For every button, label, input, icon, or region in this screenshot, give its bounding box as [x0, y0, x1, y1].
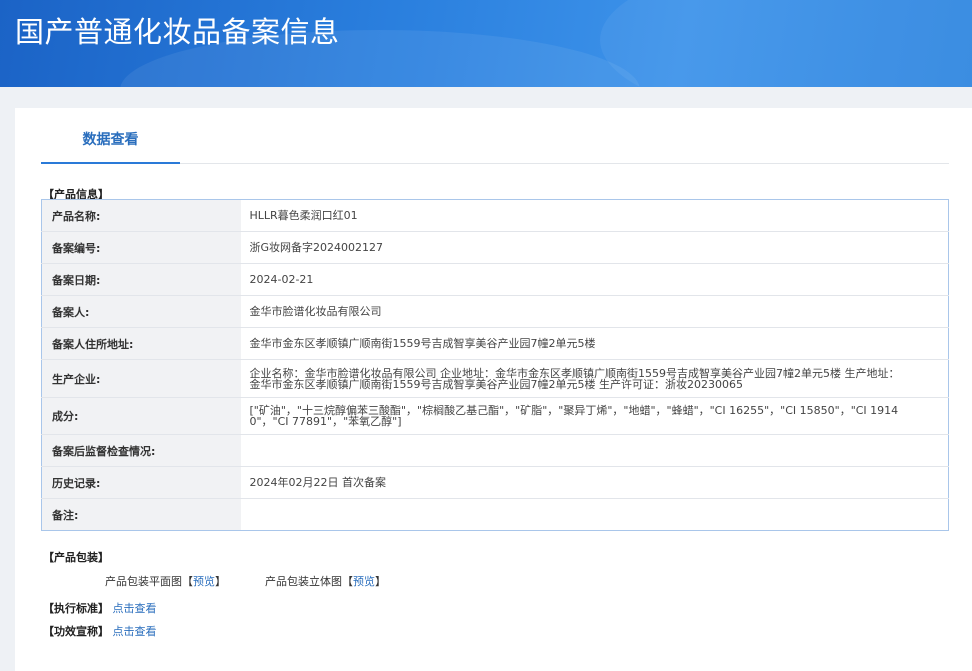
page-title: 国产普通化妆品备案信息 — [15, 15, 340, 49]
tab-bar: 数据查看 — [41, 108, 949, 164]
info-row: 生产企业: 企业名称：金华市脸谱化妆品有限公司 企业地址：金华市金东区孝顺镇广顺南… — [41, 359, 949, 398]
standard-row: 【执行标准】 点击查看 — [43, 600, 157, 616]
info-row-key: 生产企业: — [41, 359, 241, 398]
efficacy-label: 【功效宣称】 — [43, 625, 109, 638]
packaging-solid-item: 产品包装立体图【预览】 — [265, 573, 386, 589]
info-row: 备案编号: 浙G妆网备字2024002127 — [41, 231, 949, 264]
efficacy-view-link[interactable]: 点击查看 — [113, 625, 157, 638]
info-row-key: 备案人: — [41, 295, 241, 328]
packaging-solid-label: 产品包装立体图 — [265, 575, 342, 588]
packaging-flat-item: 产品包装平面图【预览】 — [105, 573, 226, 589]
page-banner: 国产普通化妆品备案信息 — [0, 0, 972, 87]
packaging-flat-preview-link[interactable]: 预览 — [193, 575, 215, 588]
packaging-label: 【产品包装】 — [43, 551, 109, 564]
info-row: 历史记录: 2024年02月22日 首次备案 — [41, 466, 949, 499]
bracket-open: 【 — [182, 575, 193, 588]
packaging-solid-preview-link[interactable]: 预览 — [353, 575, 375, 588]
info-row: 备注: — [41, 498, 949, 531]
info-row-value: 金华市脸谱化妆品有限公司 — [240, 295, 949, 328]
info-row-value: HLLR暮色柔润口红01 — [240, 199, 949, 232]
info-row-value: 浙G妆网备字2024002127 — [240, 231, 949, 264]
info-row-value — [240, 434, 949, 467]
info-row: 产品名称: HLLR暮色柔润口红01 — [41, 199, 949, 232]
info-row: 备案后监督检查情况: — [41, 434, 949, 467]
content-card: 数据查看 【产品信息】 产品名称: HLLR暮色柔润口红01 备案编号: 浙G妆网备字… — [15, 108, 972, 671]
info-row-key: 备案人住所地址: — [41, 327, 241, 360]
info-row-key: 备案后监督检查情况: — [41, 434, 241, 467]
bracket-close: 】 — [215, 575, 226, 588]
standard-label: 【执行标准】 — [43, 602, 109, 615]
info-row-value: ["矿油"，"十三烷醇偏苯三酸酯"，"棕榈酸乙基己酯"，"矿脂"，"聚异丁烯"，… — [240, 397, 949, 435]
info-row-value: 2024年02月22日 首次备案 — [240, 466, 949, 499]
standard-view-link[interactable]: 点击查看 — [113, 602, 157, 615]
info-row: 备案日期: 2024-02-21 — [41, 263, 949, 296]
info-row-key: 历史记录: — [41, 466, 241, 499]
info-row-key: 备案编号: — [41, 231, 241, 264]
info-row-value: 企业名称：金华市脸谱化妆品有限公司 企业地址：金华市金东区孝顺镇广顺南街1559… — [240, 359, 949, 398]
packaging-flat-label: 产品包装平面图 — [105, 575, 182, 588]
info-row-key: 备案日期: — [41, 263, 241, 296]
info-row-key: 备注: — [41, 498, 241, 531]
efficacy-row: 【功效宣称】 点击查看 — [43, 623, 157, 639]
bracket-close: 】 — [375, 575, 386, 588]
info-row-value: 金华市金东区孝顺镇广顺南街1559号吉成智享美谷产业园7幢2单元5楼 — [240, 327, 949, 360]
tab-data-view[interactable]: 数据查看 — [41, 108, 180, 164]
info-row: 备案人: 金华市脸谱化妆品有限公司 — [41, 295, 949, 328]
info-row: 备案人住所地址: 金华市金东区孝顺镇广顺南街1559号吉成智享美谷产业园7幢2单元… — [41, 327, 949, 360]
info-row-key: 成分: — [41, 397, 241, 435]
info-row: 成分: ["矿油"，"十三烷醇偏苯三酸酯"，"棕榈酸乙基己酯"，"矿脂"，"聚异丁… — [41, 397, 949, 435]
product-info-table: 产品名称: HLLR暮色柔润口红01 备案编号: 浙G妆网备字2024002127 备案… — [41, 199, 949, 531]
info-row-value: 2024-02-21 — [240, 263, 949, 296]
bracket-open: 【 — [342, 575, 353, 588]
info-row-key: 产品名称: — [41, 199, 241, 232]
info-row-value — [241, 499, 949, 531]
